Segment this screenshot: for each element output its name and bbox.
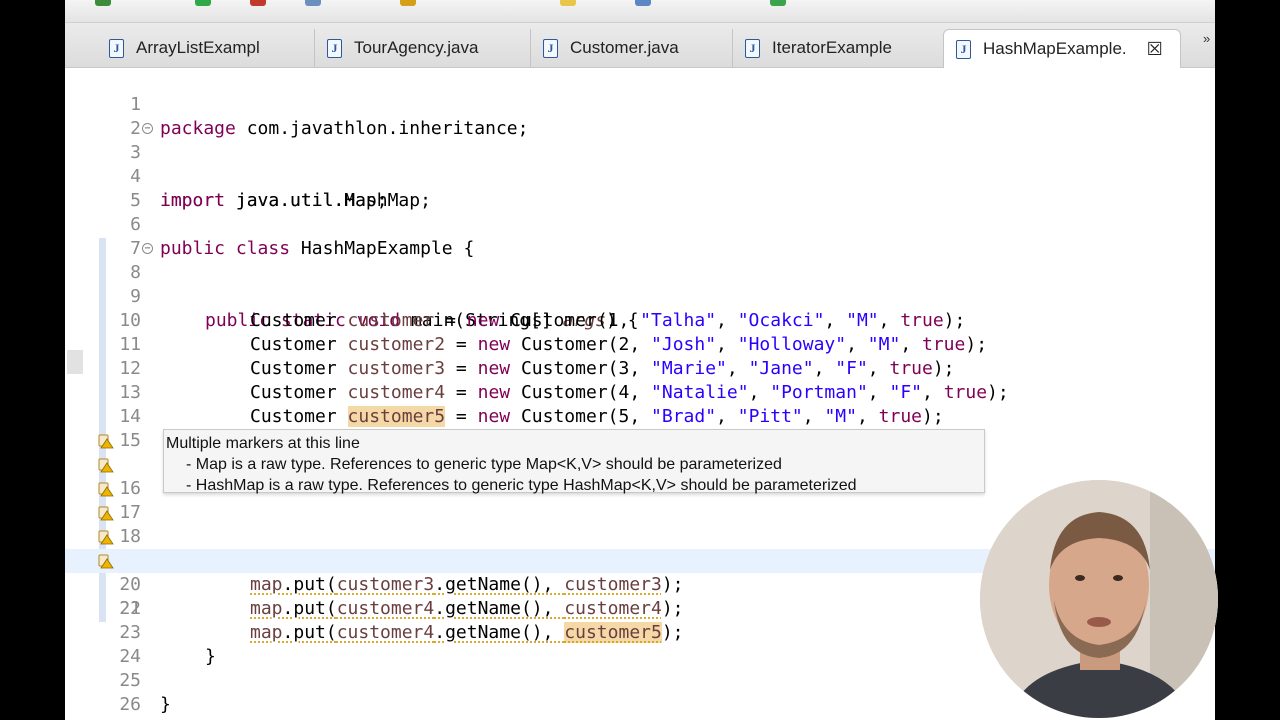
java-file-icon: J <box>109 38 124 58</box>
screen-border <box>1215 0 1280 720</box>
code-line: 15 <box>65 405 1215 451</box>
tab-label: TourAgency.java <box>354 38 479 57</box>
perspective-icon[interactable] <box>635 0 651 6</box>
code-line: 3 − import java.util.HashMap; <box>65 117 1215 211</box>
presenter-video <box>980 480 1218 718</box>
tooltip-title: Multiple markers at this line <box>166 435 360 452</box>
warning-icon[interactable] <box>98 433 114 449</box>
code-line: 10 Customer customer2 = new Customer(2, … <box>65 285 1215 355</box>
open-icon[interactable] <box>400 0 416 6</box>
code-line: 4 import java.util.Map; <box>65 141 1215 211</box>
tab-arraylistexample[interactable]: J ArrayListExampl <box>97 29 315 67</box>
tab-label: Customer.java <box>570 38 679 57</box>
toolbar <box>65 0 1215 23</box>
java-file-icon: J <box>956 39 971 59</box>
hover-tooltip: Multiple markers at this line - Map is a… <box>163 429 985 494</box>
warning-icon[interactable] <box>98 481 114 497</box>
close-icon[interactable]: ☒ <box>1147 39 1163 60</box>
fold-toggle-icon[interactable]: − <box>142 243 153 254</box>
tooltip-item: - HashMap is a raw type. References to g… <box>186 477 857 494</box>
code-line: 2 <box>65 93 1215 139</box>
warning-icon[interactable] <box>98 529 114 545</box>
warning-icon[interactable] <box>98 505 114 521</box>
code-line: 8 − public static void main(String[] arg… <box>65 237 1215 331</box>
editor-tab-bar: J ArrayListExampl J TourAgency.java J Cu… <box>65 23 1215 68</box>
warning-icon[interactable] <box>98 553 114 569</box>
run-icon[interactable] <box>95 0 111 6</box>
tab-overflow-icon[interactable]: » <box>1203 31 1210 46</box>
debug-icon[interactable] <box>195 0 211 6</box>
fold-toggle-icon[interactable]: − <box>142 123 153 134</box>
code-line: 7 <box>65 213 1215 259</box>
line-number: 26 <box>119 694 141 715</box>
search-icon[interactable] <box>560 0 576 6</box>
forward-icon[interactable] <box>770 0 786 6</box>
java-file-icon: J <box>543 38 558 58</box>
java-file-icon: J <box>327 38 342 58</box>
code-line: 1 package com.javathlon.inheritance; <box>65 69 1215 139</box>
tab-touragency[interactable]: J TourAgency.java <box>315 29 531 67</box>
tab-label: IteratorExample <box>772 38 892 57</box>
new-icon[interactable] <box>305 0 321 6</box>
code-line: 13 Customer customer5 = new Customer(5, … <box>65 357 1215 427</box>
webcam-overlay <box>980 480 1218 718</box>
tab-hashmapexample[interactable]: J HashMapExample. ☒ <box>943 29 1181 68</box>
tab-label: HashMapExample. <box>983 39 1127 58</box>
code-line: 11 Customer customer3 = new Customer(3, … <box>65 309 1215 379</box>
tab-iteratorexample[interactable]: J IteratorExample <box>733 29 943 67</box>
code-line: 6 public class HashMapExample { <box>65 189 1215 259</box>
tab-customer[interactable]: J Customer.java <box>531 29 733 67</box>
stop-icon[interactable] <box>250 0 266 6</box>
warning-icon[interactable] <box>98 457 114 473</box>
code-line: 9 Customer customer = new Customer(1, "T… <box>65 261 1215 331</box>
closing-brace: } <box>160 694 171 715</box>
code-line: 5 <box>65 165 1215 211</box>
tab-label: ArrayListExampl <box>136 38 260 57</box>
tooltip-item: - Map is a raw type. References to gener… <box>186 456 782 473</box>
code-line: 14 <box>65 381 1215 427</box>
java-file-icon: J <box>745 38 760 58</box>
code-line: 12 Customer customer4 = new Customer(4, … <box>65 333 1215 403</box>
